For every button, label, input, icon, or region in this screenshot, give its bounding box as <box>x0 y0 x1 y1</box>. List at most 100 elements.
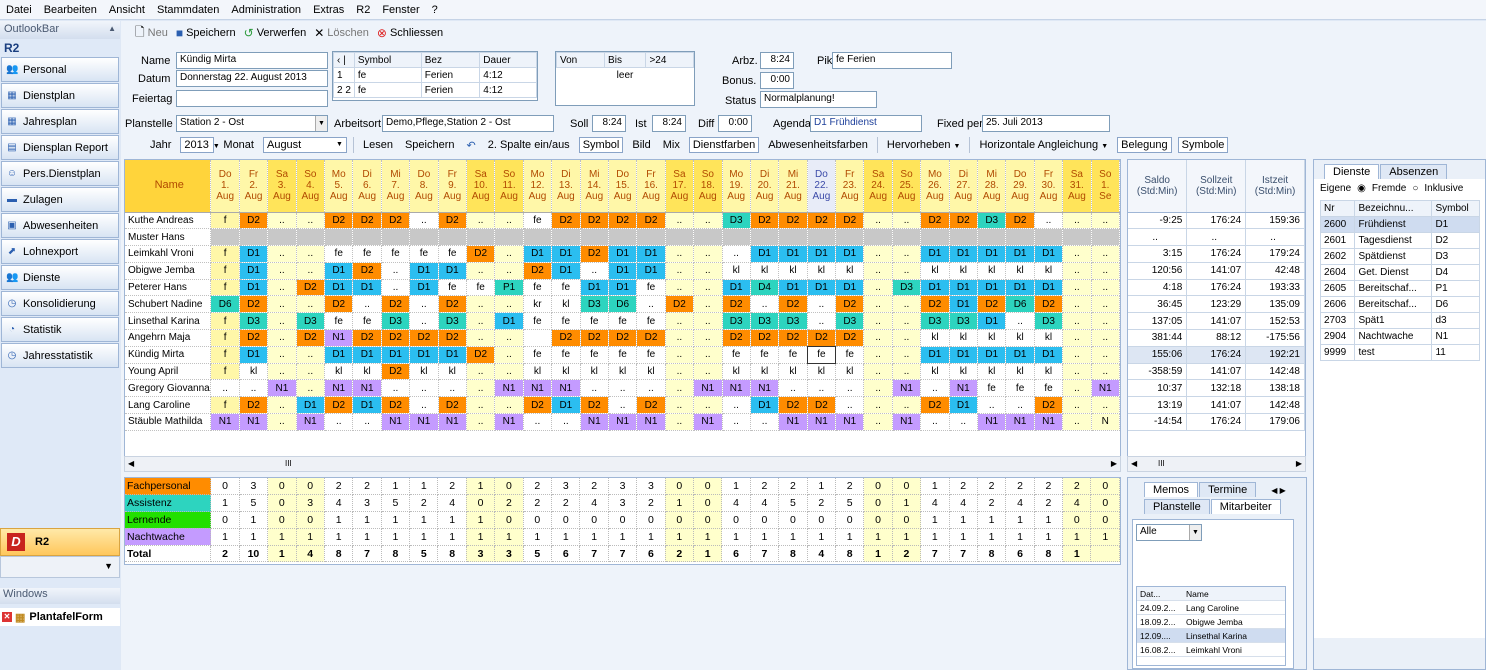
shift-cell[interactable]: fe <box>551 312 581 331</box>
shift-cell[interactable]: D2 <box>466 245 496 263</box>
employee-name[interactable]: Schubert Nadine <box>125 295 212 314</box>
shift-cell[interactable]: D2 <box>381 295 411 314</box>
shift-cell[interactable]: kl <box>1034 363 1064 381</box>
shift-cell[interactable]: D6 <box>1005 295 1035 314</box>
memo-filter-select[interactable]: Alle ▼ <box>1136 524 1202 541</box>
shift-cell[interactable]: .. <box>1062 245 1092 263</box>
shift-cell[interactable]: D2 <box>1034 396 1064 415</box>
shift-cell[interactable]: .. <box>1062 379 1092 398</box>
shift-cell[interactable]: .. <box>608 379 638 398</box>
shift-cell[interactable]: kl <box>977 329 1007 347</box>
shift-cell[interactable]: fe <box>352 312 382 331</box>
shift-cell[interactable]: D2 <box>438 329 467 347</box>
status-field[interactable]: Normalplanung! <box>760 91 877 108</box>
agenda-field[interactable]: D1 Frühdienst <box>810 115 922 132</box>
shift-cell[interactable]: D2 <box>381 212 411 230</box>
symbol-toggle[interactable]: Symbol <box>578 137 624 153</box>
shift-cell[interactable]: .. <box>977 396 1007 415</box>
shift-cell[interactable]: kl <box>324 363 354 381</box>
table-row[interactable]: -358:59 141:07 142:48 <box>1128 363 1305 381</box>
memo-header-name[interactable]: Name <box>1183 589 1209 599</box>
day-header[interactable]: So 11. Aug <box>494 160 524 213</box>
shift-cell[interactable]: .. <box>1091 212 1120 230</box>
shift-cell[interactable]: .. <box>693 295 723 314</box>
shift-cell[interactable]: N1 <box>296 413 326 431</box>
shift-cell[interactable]: .. <box>551 413 581 431</box>
employee-name[interactable]: Leimkahl Vroni <box>125 245 212 263</box>
shift-cell[interactable]: D2 <box>807 329 837 347</box>
shift-cell[interactable]: .. <box>807 379 837 398</box>
scroll-right-icon[interactable]: ▶ <box>1296 459 1302 468</box>
shift-cell[interactable]: D2 <box>807 212 837 230</box>
table-row[interactable]: 2605 Bereitschaf... P1 <box>1319 280 1480 297</box>
shift-cell[interactable]: .. <box>665 329 695 347</box>
day-header[interactable]: Sa 17. Aug <box>665 160 695 213</box>
dienste-column-header[interactable]: Symbol <box>1431 200 1480 217</box>
shift-cell[interactable]: N1 <box>608 413 638 431</box>
shift-cell[interactable]: .. <box>892 346 922 364</box>
shift-cell[interactable]: D2 <box>608 329 638 347</box>
scroll-right-icon[interactable]: ▶ <box>1111 459 1117 468</box>
shift-cell[interactable]: fe <box>1034 379 1064 398</box>
shift-cell[interactable]: N1 <box>778 413 808 431</box>
sidebar-item-lohnexport[interactable]: ⬈ Lohnexport <box>1 239 119 264</box>
shift-cell[interactable]: D1 <box>1005 245 1035 263</box>
angleichung-dropdown[interactable]: Horizontale Angleichung ▼ <box>976 138 1111 152</box>
shift-cell[interactable]: kl <box>352 363 382 381</box>
shift-cell[interactable]: .. <box>466 312 496 331</box>
shift-cell[interactable]: D1 <box>239 279 269 297</box>
shift-cell[interactable] <box>409 228 439 247</box>
table-row[interactable]: Angehrn Maja f D2.. D2 N1 D2 D2 D2 D2.... D2 D2 D2 D… <box>125 329 1120 347</box>
shift-cell[interactable] <box>438 228 467 247</box>
sidebar-item-diensplan-report[interactable]: ▤ Diensplan Report <box>1 135 119 160</box>
shift-cell[interactable]: D2 <box>750 212 780 230</box>
shift-cell[interactable] <box>863 228 893 247</box>
shift-cell[interactable]: .. <box>296 295 326 314</box>
shift-cell[interactable]: kl <box>1034 329 1064 347</box>
shift-cell[interactable]: D2 <box>580 396 609 415</box>
shift-cell[interactable]: .. <box>863 396 893 415</box>
shift-cell[interactable]: fe <box>580 312 609 331</box>
menu-item-ansicht[interactable]: Ansicht <box>103 4 151 16</box>
shift-cell[interactable] <box>949 228 979 247</box>
shift-cell[interactable]: D1 <box>580 279 609 297</box>
shift-cell[interactable]: .. <box>608 396 638 415</box>
shift-cell[interactable]: .. <box>693 329 723 347</box>
shift-cell[interactable]: fe <box>722 346 751 364</box>
shift-cell[interactable]: fe <box>438 245 467 263</box>
shift-cell[interactable]: D1 <box>352 396 382 415</box>
shift-cell[interactable]: .. <box>863 245 893 263</box>
shift-cell[interactable]: .. <box>665 279 695 297</box>
shift-cell[interactable]: D2 <box>835 329 865 347</box>
jahr-select[interactable]: 2013 ▼ <box>180 137 220 153</box>
shift-cell[interactable]: kl <box>977 262 1007 280</box>
shift-cell[interactable]: D1 <box>977 279 1007 297</box>
shift-cell[interactable] <box>352 228 382 247</box>
shift-cell[interactable]: .. <box>807 312 837 331</box>
shift-cell[interactable]: D1 <box>1034 279 1064 297</box>
shift-cell[interactable]: .. <box>665 396 695 415</box>
table-row[interactable]: Obigwe Jemba f D1.... D1 D2.. D1 D1.... D2 D1.. D… <box>125 262 1120 280</box>
shift-cell[interactable]: .. <box>863 279 893 297</box>
shift-cell[interactable]: .. <box>693 363 723 381</box>
shift-cell[interactable]: .. <box>409 396 439 415</box>
table-row[interactable]: 9999 test 11 <box>1319 344 1480 361</box>
shift-cell[interactable]: .. <box>892 295 922 314</box>
shift-cell[interactable]: D3 <box>977 212 1007 230</box>
radio-icon[interactable]: ○ <box>1412 183 1418 194</box>
shift-cell[interactable]: .. <box>892 329 922 347</box>
shift-cell[interactable]: D3 <box>835 312 865 331</box>
monat-select[interactable]: August ▼ <box>262 137 347 153</box>
day-header[interactable]: So 4. Aug <box>296 160 326 213</box>
shift-cell[interactable]: .. <box>296 346 326 364</box>
day-header[interactable]: Fr 2. Aug <box>239 160 269 213</box>
shift-cell[interactable] <box>239 228 269 247</box>
shift-cell[interactable]: N1 <box>267 379 297 398</box>
shift-cell[interactable]: f <box>210 279 240 297</box>
shift-cell[interactable]: kl <box>750 262 780 280</box>
sidebar-item-jahresstatistik[interactable]: ◷ Jahresstatistik <box>1 343 119 368</box>
name-column-header[interactable]: Name <box>125 160 212 213</box>
shift-cell[interactable]: .. <box>1091 363 1120 381</box>
shift-cell[interactable]: .. <box>409 312 439 331</box>
shift-cell[interactable]: D1 <box>920 346 950 364</box>
